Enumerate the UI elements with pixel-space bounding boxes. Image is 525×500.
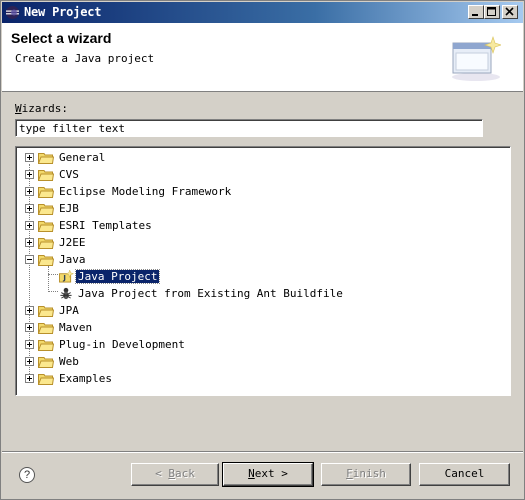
cancel-button[interactable]: Cancel [419,463,510,486]
folder-icon [38,187,54,198]
tree-item-label: J2EE [59,236,86,249]
wizard-banner-icon [452,36,501,81]
open-folder-icon [38,255,54,266]
expand-icon[interactable] [25,187,34,196]
tree-item-label: Maven [59,321,93,334]
tree-item-label: EJB [59,202,79,215]
tree-item-plugin-development[interactable]: Plug-in Development [16,336,496,353]
expand-icon[interactable] [25,357,34,366]
button-bar-separator [2,451,523,453]
new-project-dialog: New Project Select a wizard Create a Jav… [0,0,525,500]
tree-item-label: JPA [59,304,79,317]
minimize-icon [472,14,478,16]
tree-item-eclipse-modeling-framework[interactable]: Eclipse Modeling Framework [16,183,496,200]
folder-icon [38,204,54,215]
folder-icon [38,323,54,334]
help-icon: ? [23,469,31,481]
tree-item-ejb[interactable]: EJB [16,200,496,217]
expand-icon[interactable] [25,204,34,213]
tree-item-label: Java Project from Existing Ant Buildfile [78,287,343,300]
tree-item-j2ee[interactable]: J2EE [16,234,496,251]
tree-item-label: CVS [59,168,79,181]
title-bar[interactable]: New Project [2,2,523,23]
expand-icon[interactable] [25,221,34,230]
tree-item-java-project[interactable]: J Java Project [16,268,496,285]
minimize-button[interactable] [468,5,484,19]
tree-item-maven[interactable]: Maven [16,319,496,336]
tree-item-jpa[interactable]: JPA [16,302,496,319]
folder-icon [38,170,54,181]
tree-item-label: Java Project [74,269,161,284]
tree-item-label: Web [59,355,79,368]
close-icon [505,7,514,16]
back-button[interactable]: < Back [131,463,219,486]
tree-item-web[interactable]: Web [16,353,496,370]
wizard-tree[interactable]: General CVS Eclipse Modeling Framework E… [15,146,511,396]
expand-icon[interactable] [25,323,34,332]
tree-item-label: Eclipse Modeling Framework [59,185,232,198]
expand-icon[interactable] [25,340,34,349]
expand-icon[interactable] [25,153,34,162]
eclipse-icon [6,6,19,19]
tree-item-label: Plug-in Development [59,338,185,351]
wizards-label: Wizards: [15,102,68,115]
expand-icon[interactable] [25,306,34,315]
page-description: Create a Java project [15,52,155,65]
tree-item-label: Examples [59,372,112,385]
page-title: Select a wizard [11,30,112,46]
help-button[interactable]: ? [19,467,35,483]
maximize-icon [487,7,496,16]
folder-icon [38,221,54,232]
expand-icon[interactable] [25,374,34,383]
tree-item-esri-templates[interactable]: ESRI Templates [16,217,496,234]
tree-item-label: ESRI Templates [59,219,152,232]
tree-item-java-project-from-ant[interactable]: Java Project from Existing Ant Buildfile [16,285,496,302]
next-button[interactable]: Next > [222,462,314,487]
close-button[interactable] [502,5,518,19]
filter-input[interactable] [15,119,483,137]
finish-button[interactable]: Finish [321,463,411,486]
maximize-button[interactable] [484,5,500,19]
svg-text:J: J [62,273,66,282]
tree-item-label: General [59,151,106,164]
folder-icon [38,238,54,249]
tree-item-cvs[interactable]: CVS [16,166,496,183]
ant-icon [60,287,72,300]
folder-icon [38,340,54,351]
expand-icon[interactable] [25,238,34,247]
expand-icon[interactable] [25,170,34,179]
folder-icon [38,357,54,368]
tree-item-examples[interactable]: Examples [16,370,496,387]
window-title: New Project [24,5,102,19]
folder-icon [38,306,54,317]
tree-item-java[interactable]: Java [16,251,496,268]
wizard-header: Select a wizard Create a Java project [2,23,523,92]
tree-item-general[interactable]: General [16,149,496,166]
collapse-icon[interactable] [25,255,34,264]
folder-icon [38,153,54,164]
java-project-icon: J [59,270,74,283]
tree-item-label: Java [59,253,86,266]
folder-icon [38,374,54,385]
